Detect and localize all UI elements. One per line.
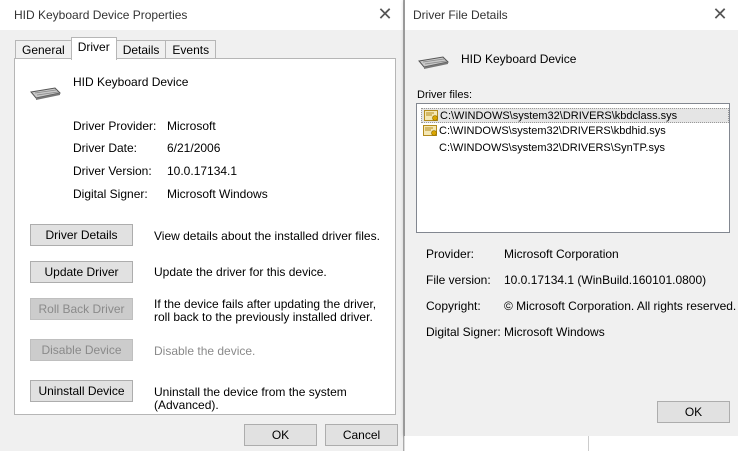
driver-version-value: 10.0.17134.1 xyxy=(167,164,238,178)
copyright-value: © Microsoft Corporation. All rights rese… xyxy=(504,299,737,313)
roll-back-driver-desc: If the device fails after updating the d… xyxy=(154,297,377,324)
tab-details[interactable]: Details xyxy=(115,40,167,60)
copyright-label: Copyright: xyxy=(426,299,481,313)
details-device-name: HID Keyboard Device xyxy=(461,52,577,66)
driver-provider-value: Microsoft xyxy=(167,119,216,133)
details-signer-label: Digital Signer: xyxy=(426,325,501,339)
driver-file-details-window: Driver File Details ✕ HID Keyboard Devic… xyxy=(404,0,738,436)
cancel-button[interactable]: Cancel xyxy=(325,424,398,446)
close-icon[interactable]: ✕ xyxy=(375,5,395,25)
driver-details-desc: View details about the installed driver … xyxy=(154,229,380,243)
list-item[interactable]: C:\WINDOWS\system32\DRIVERS\kbdclass.sys xyxy=(421,108,729,123)
driver-version-label: Driver Version: xyxy=(73,164,152,178)
disable-device-desc: Disable the device. xyxy=(154,344,256,358)
background-window-strip xyxy=(404,436,738,451)
details-titlebar: Driver File Details ✕ xyxy=(405,0,738,30)
roll-back-driver-button[interactable]: Roll Back Driver xyxy=(30,298,133,320)
details-signer-value: Microsoft Windows xyxy=(504,325,605,339)
digital-signer-value: Microsoft Windows xyxy=(167,187,268,201)
provider-value: Microsoft Corporation xyxy=(504,247,619,261)
update-driver-button[interactable]: Update Driver xyxy=(30,261,133,283)
update-driver-desc: Update the driver for this device. xyxy=(154,265,327,279)
list-item[interactable]: C:\WINDOWS\system32\DRIVERS\SynTP.sys xyxy=(421,141,729,156)
ok-button[interactable]: OK xyxy=(244,424,317,446)
certificate-file-icon xyxy=(423,125,438,137)
file-path: C:\WINDOWS\system32\DRIVERS\kbdclass.sys xyxy=(440,110,678,122)
properties-title: HID Keyboard Device Properties xyxy=(14,8,188,22)
certificate-file-icon xyxy=(424,110,439,122)
file-path: C:\WINDOWS\system32\DRIVERS\kbdhid.sys xyxy=(439,125,666,137)
driver-files-label: Driver files: xyxy=(417,89,473,101)
tab-events[interactable]: Events xyxy=(165,40,217,60)
driver-date-label: Driver Date: xyxy=(73,141,138,155)
close-icon[interactable]: ✕ xyxy=(710,5,730,25)
driver-files-list[interactable]: C:\WINDOWS\system32\DRIVERS\kbdclass.sys… xyxy=(416,103,730,233)
properties-window: HID Keyboard Device Properties ✕ General… xyxy=(0,0,404,451)
properties-titlebar: HID Keyboard Device Properties ✕ xyxy=(0,0,403,30)
disable-device-button[interactable]: Disable Device xyxy=(30,339,133,361)
digital-signer-label: Digital Signer: xyxy=(73,187,148,201)
uninstall-device-button[interactable]: Uninstall Device xyxy=(30,380,133,402)
keyboard-icon xyxy=(29,86,62,100)
details-ok-button[interactable]: OK xyxy=(657,401,730,423)
list-item[interactable]: C:\WINDOWS\system32\DRIVERS\kbdhid.sys xyxy=(421,124,729,139)
file-version-value: 10.0.17134.1 (WinBuild.160101.0800) xyxy=(504,273,707,287)
driver-tab-panel: HID Keyboard Device Driver Provider: Mic… xyxy=(14,58,396,415)
uninstall-device-desc: Uninstall the device from the system (Ad… xyxy=(154,385,347,412)
file-path: C:\WINDOWS\system32\DRIVERS\SynTP.sys xyxy=(439,142,665,154)
device-name: HID Keyboard Device xyxy=(73,75,189,89)
tab-driver[interactable]: Driver xyxy=(70,37,117,60)
driver-provider-label: Driver Provider: xyxy=(73,119,157,133)
provider-label: Provider: xyxy=(426,247,475,261)
driver-details-button[interactable]: Driver Details xyxy=(30,224,133,246)
tab-strip: General Driver Details Events xyxy=(15,37,217,60)
details-title: Driver File Details xyxy=(413,8,508,22)
file-version-label: File version: xyxy=(426,273,491,287)
tab-general[interactable]: General xyxy=(15,40,72,60)
keyboard-icon xyxy=(417,55,450,69)
driver-date-value: 6/21/2006 xyxy=(167,141,221,155)
